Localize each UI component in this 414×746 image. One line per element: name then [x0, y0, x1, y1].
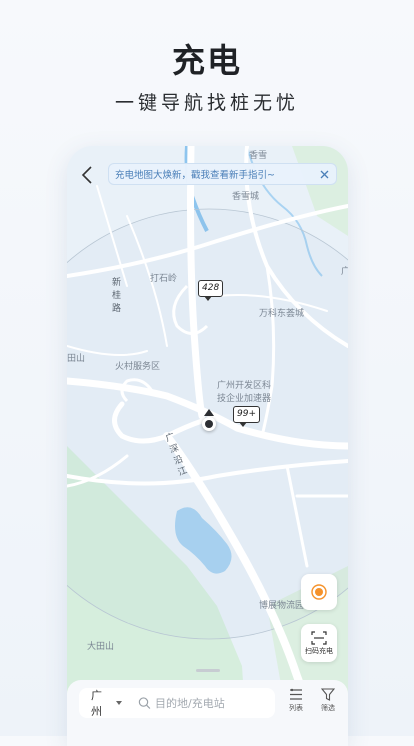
map-label-huocun: 火村服务区	[115, 362, 161, 372]
charging-station-pin[interactable]: 428	[198, 280, 224, 301]
map-label-dashiling: 打石岭	[150, 274, 178, 284]
map-label-xiangxue-city: 香雪城	[232, 192, 260, 202]
list-label: 列表	[289, 704, 303, 712]
scan-charge-button[interactable]: 扫码充电	[301, 624, 337, 662]
scan-icon	[311, 630, 327, 645]
charging-station-pin[interactable]: 99+	[233, 406, 260, 427]
back-button[interactable]	[75, 161, 99, 189]
search-icon	[138, 697, 151, 709]
destination-search-input[interactable]	[155, 696, 275, 710]
list-button[interactable]: 列表	[283, 688, 309, 713]
close-icon[interactable]	[318, 168, 330, 180]
list-icon	[290, 688, 302, 700]
target-location-icon	[311, 584, 327, 600]
filter-label: 筛选	[321, 704, 335, 712]
scan-charge-label: 扫码充电	[305, 646, 333, 655]
notice-text: 充电地图大焕新，戳我查看新手指引~	[115, 170, 275, 181]
filter-icon	[321, 688, 335, 701]
map-label-tianshan: 田山	[67, 354, 86, 364]
city-selector[interactable]: 广州	[91, 687, 111, 719]
page-title: 充电	[172, 41, 242, 80]
chevron-down-icon[interactable]	[116, 701, 123, 705]
filter-button[interactable]: 筛选	[315, 688, 341, 713]
chevron-left-icon	[81, 166, 92, 184]
heading-arrow-icon	[204, 409, 214, 416]
current-location-marker	[202, 417, 216, 431]
map-label-edge: 广	[341, 267, 348, 277]
bottom-search-bar: 广州 列表 筛选	[67, 680, 348, 746]
drag-handle[interactable]	[196, 669, 220, 672]
locate-button[interactable]	[301, 574, 337, 610]
map-label-dashan: 大田山	[87, 642, 115, 652]
guide-notice-banner[interactable]: 充电地图大焕新，戳我查看新手指引~	[108, 163, 337, 185]
page-subtitle: 一键导航找桩无忧	[114, 92, 299, 114]
map-label-xiangxue: 香雪	[249, 151, 268, 161]
map-label-dev-zone-line1: 广州开发区科	[217, 381, 272, 391]
search-box: 广州	[79, 688, 275, 718]
phone-screen: 香雪 香雪城 打石岭 新桂路 万科东荟城 火村服务区 广州开发区科 技企业加速器…	[67, 146, 348, 746]
map-label-boyi: 博展物流园	[259, 601, 305, 611]
map-label-xingui-road: 新桂路	[112, 278, 122, 314]
map-label-dev-zone-line2: 技企业加速器	[217, 394, 272, 404]
map-label-vanke: 万科东荟城	[259, 309, 305, 319]
